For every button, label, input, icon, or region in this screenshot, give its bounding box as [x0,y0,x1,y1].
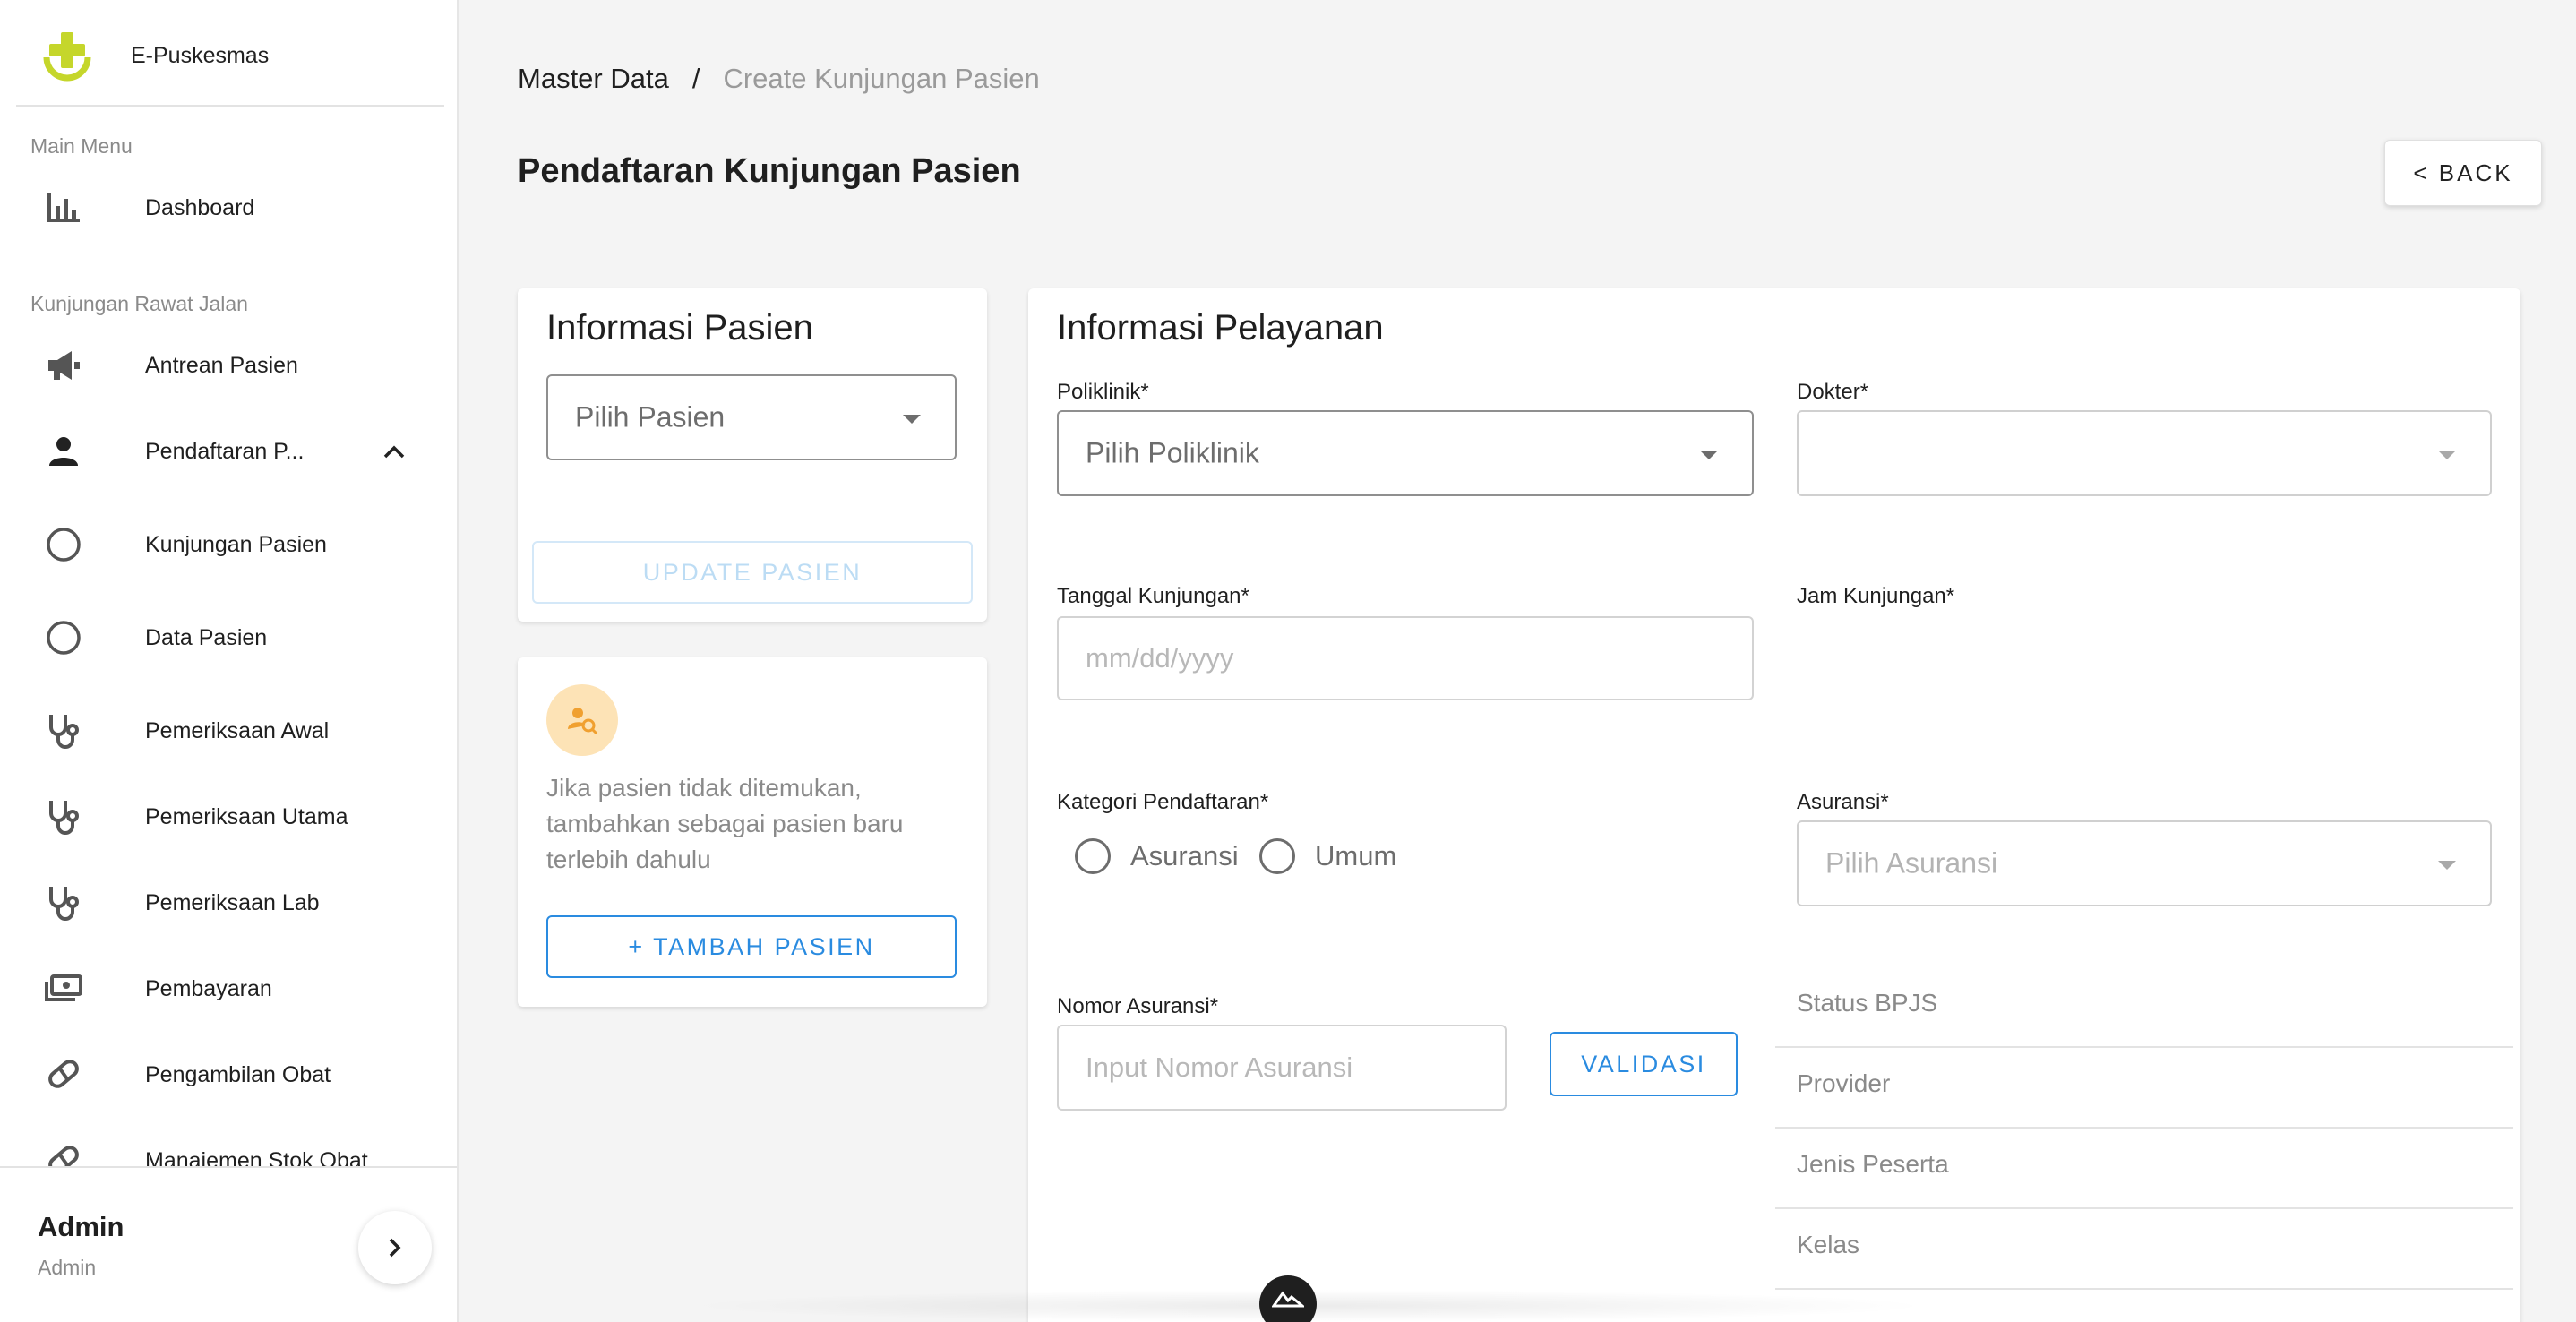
breadcrumb-current: Create Kunjungan Pasien [723,63,1040,94]
sidebar-item-pengambilan-obat[interactable]: Pengambilan Obat [16,1039,442,1111]
bpjs-status-row: Status BPJS [1775,967,2513,1048]
sidebar-item-label: Pemeriksaan Utama [145,803,348,829]
kategori-label: Kategori Pendaftaran* [1057,790,1269,814]
main-menu-label: Main Menu [30,134,133,158]
validasi-button[interactable]: VALIDASI [1550,1032,1738,1096]
sidebar-item-pembayaran[interactable]: Pembayaran [16,953,442,1025]
asuransi-select[interactable]: Pilih Asuransi [1797,820,2492,906]
puskesmas-logo-icon [43,32,91,82]
sidebar-item-label: Dashboard [145,194,255,220]
caret-down-icon [2438,861,2456,870]
caret-down-icon [1700,451,1718,459]
poliklinik-placeholder: Pilih Poliklinik [1086,436,1259,469]
breadcrumb-separator: / [691,63,700,94]
circle-icon [43,524,84,565]
dokter-label: Dokter* [1797,380,1869,404]
radio-asuransi[interactable]: Asuransi [1075,838,1239,874]
megaphone-icon [43,345,84,386]
stethoscope-icon [43,710,84,751]
sidebar-item-pemeriksaan-lab[interactable]: Pemeriksaan Lab [16,867,442,939]
sidebar-item-label: Pengambilan Obat [145,1061,331,1087]
chevron-right-icon [389,1238,401,1258]
patient-search-icon [546,684,618,756]
asuransi-placeholder: Pilih Asuransi [1825,846,1998,880]
patient-card-title: Informasi Pasien [546,308,813,348]
sidebar-item-pemeriksaan-utama[interactable]: Pemeriksaan Utama [16,781,442,853]
back-button[interactable]: < BACK [2384,140,2542,206]
radio-umum-label: Umum [1315,840,1397,871]
breadcrumb: Master Data / Create Kunjungan Pasien [518,63,1040,95]
nomor-asuransi-input[interactable]: Input Nomor Asuransi [1057,1025,1507,1111]
asuransi-label: Asuransi* [1797,790,1889,814]
sidebar-item-data-pasien[interactable]: Data Pasien [16,602,442,674]
tanggal-kunjungan-input[interactable]: mm/dd/yyyy [1057,616,1754,700]
sidebar-item-pendaftaran[interactable]: Pendaftaran P... [16,416,442,487]
brand[interactable]: E-Puskesmas [0,0,457,106]
sidebar-item-label: Antrean Pasien [145,352,298,378]
bpjs-status-label: Status BPJS [1797,989,1938,1017]
divider [16,105,444,107]
pill-icon [43,1054,84,1095]
user-name: Admin [38,1211,125,1242]
nomor-asuransi-placeholder: Input Nomor Asuransi [1086,1052,1353,1083]
service-card-title: Informasi Pelayanan [1057,308,1384,348]
user-role: Admin [38,1256,97,1279]
add-patient-button[interactable]: + TAMBAH PASIEN [546,915,957,978]
update-patient-button[interactable]: UPDATE PASIEN [532,541,973,604]
radio-asuransi-label: Asuransi [1130,840,1239,871]
bpjs-provider-row: Provider [1775,1048,2513,1129]
stethoscope-icon [43,796,84,837]
bpjs-provider-label: Provider [1797,1069,1891,1097]
sidebar-item-label: Kunjungan Pasien [145,531,327,557]
sidebar-item-dashboard[interactable]: Dashboard [16,172,442,244]
person-icon [43,431,84,472]
nomor-asuransi-label: Nomor Asuransi* [1057,994,1219,1018]
add-patient-hint-text: Jika pasien tidak ditemukan, tambahkan s… [546,774,904,873]
dokter-select[interactable] [1797,410,2492,496]
sidebar-item-label: Data Pasien [145,624,268,650]
chevron-up-icon[interactable] [378,435,410,468]
caret-down-icon [903,415,921,424]
bpjs-kelas-row: Kelas [1775,1209,2513,1290]
breadcrumb-root[interactable]: Master Data [518,63,669,95]
sidebar: E-Puskesmas Main Menu Dashboard Kunjunga… [0,0,459,1322]
sidebar-item-label: Pemeriksaan Lab [145,889,320,915]
sidebar-item-label: Pembayaran [145,975,272,1001]
sidebar-item-label: Pendaftaran P... [145,438,305,464]
caret-down-icon [2438,451,2456,459]
sidebar-item-kunjungan-pasien[interactable]: Kunjungan Pasien [16,509,442,580]
tanggal-placeholder: mm/dd/yyyy [1086,642,1234,674]
poliklinik-label: Poliklinik* [1057,380,1149,404]
rawat-jalan-label: Kunjungan Rawat Jalan [30,292,248,315]
tanggal-kunjungan-label: Tanggal Kunjungan* [1057,584,1249,608]
money-icon [43,968,84,1009]
patient-info-card: Informasi Pasien Pilih Pasien UPDATE PAS… [518,288,987,622]
user-profile: Admin Admin [0,1166,457,1322]
circle-icon [43,617,84,658]
radio-umum[interactable]: Umum [1259,838,1396,874]
bpjs-jenis-peserta-row: Jenis Peserta [1775,1129,2513,1209]
radio-circle [1075,838,1111,874]
stethoscope-icon [43,882,84,923]
jam-kunjungan-label: Jam Kunjungan* [1797,584,1955,608]
poliklinik-select[interactable]: Pilih Poliklinik [1057,410,1754,496]
page-title: Pendaftaran Kunjungan Pasien [518,152,1021,190]
bpjs-jenis-peserta-label: Jenis Peserta [1797,1150,1949,1178]
patient-select-placeholder: Pilih Pasien [575,400,726,434]
bar-chart-icon [43,187,84,228]
radio-circle [1259,838,1295,874]
sidebar-item-label: Pemeriksaan Awal [145,717,330,743]
sidebar-item-pemeriksaan-awal[interactable]: Pemeriksaan Awal [16,695,442,767]
sidebar-item-antrean-pasien[interactable]: Antrean Pasien [16,330,442,401]
bpjs-kelas-label: Kelas [1797,1231,1860,1258]
brand-name: E-Puskesmas [131,43,270,68]
patient-select[interactable]: Pilih Pasien [546,374,957,460]
collapse-sidebar-button[interactable] [358,1211,432,1284]
